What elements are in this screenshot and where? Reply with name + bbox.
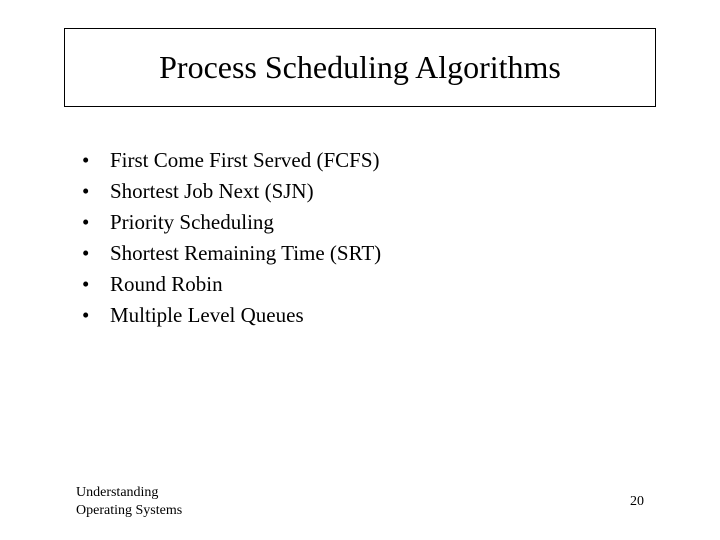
list-item: • Multiple Level Queues — [82, 303, 381, 328]
bullet-text: First Come First Served (FCFS) — [110, 148, 380, 173]
bullet-icon: • — [82, 241, 110, 266]
bullet-list: • First Come First Served (FCFS) • Short… — [82, 148, 381, 334]
footer-line2: Operating Systems — [76, 502, 182, 520]
list-item: • First Come First Served (FCFS) — [82, 148, 381, 173]
list-item: • Round Robin — [82, 272, 381, 297]
list-item: • Shortest Remaining Time (SRT) — [82, 241, 381, 266]
bullet-icon: • — [82, 179, 110, 204]
bullet-text: Priority Scheduling — [110, 210, 274, 235]
title-box: Process Scheduling Algorithms — [64, 28, 656, 107]
list-item: • Shortest Job Next (SJN) — [82, 179, 381, 204]
bullet-icon: • — [82, 210, 110, 235]
bullet-icon: • — [82, 148, 110, 173]
bullet-text: Multiple Level Queues — [110, 303, 304, 328]
bullet-icon: • — [82, 303, 110, 328]
slide-title: Process Scheduling Algorithms — [75, 49, 645, 86]
footer-line1: Understanding — [76, 484, 182, 502]
footer-source: Understanding Operating Systems — [76, 484, 182, 520]
bullet-icon: • — [82, 272, 110, 297]
bullet-text: Shortest Job Next (SJN) — [110, 179, 314, 204]
bullet-text: Round Robin — [110, 272, 223, 297]
list-item: • Priority Scheduling — [82, 210, 381, 235]
bullet-text: Shortest Remaining Time (SRT) — [110, 241, 381, 266]
page-number: 20 — [630, 494, 644, 510]
